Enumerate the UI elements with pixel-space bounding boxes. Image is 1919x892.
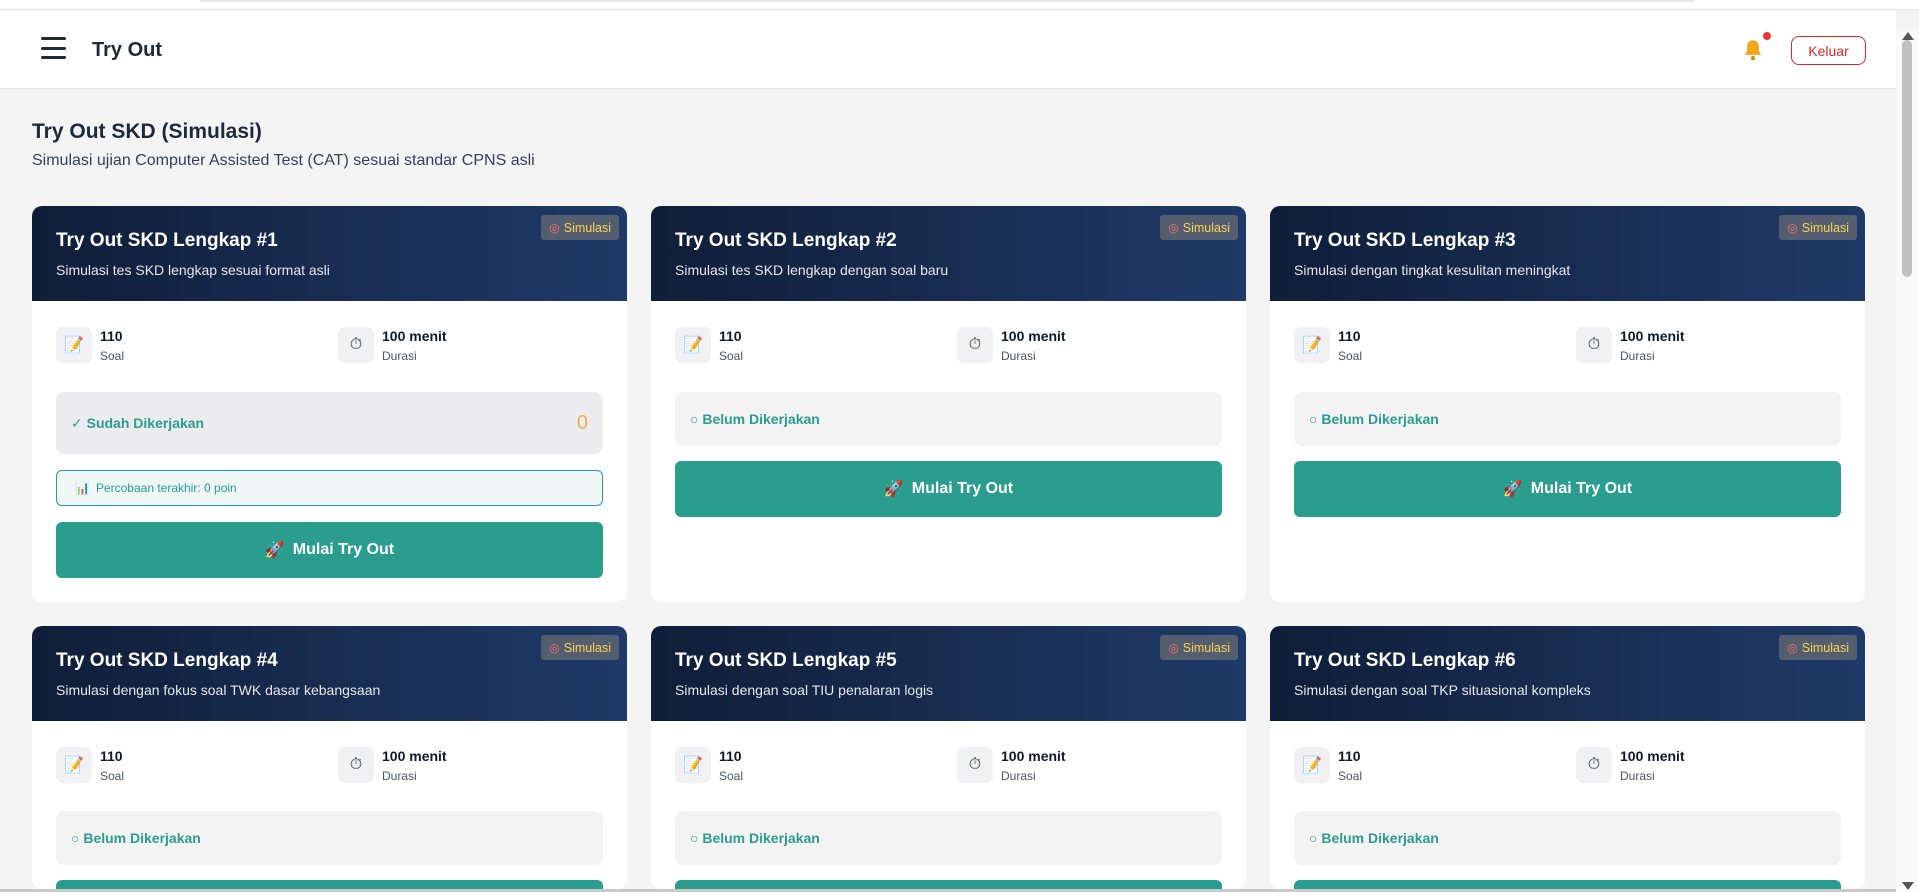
score-value: 0 [576, 411, 588, 434]
card-stats: 📝 110 Soal ⏱ 100 menit Durasi [32, 301, 627, 391]
rocket-icon: 🚀 [1502, 481, 1523, 498]
card-description: Simulasi dengan soal TIU penalaran logis [675, 682, 934, 698]
header-title: Try Out [92, 39, 163, 61]
chart-icon: 📊 [75, 481, 90, 495]
scroll-down-arrow-icon[interactable] [1902, 882, 1914, 890]
duration-stat: ⏱ 100 menit Durasi [957, 747, 1066, 783]
memo-icon: 📝 [56, 747, 92, 783]
status-label: ○ Belum Dikerjakan [690, 830, 820, 846]
start-tryout-button[interactable] [56, 880, 603, 889]
tryout-card: Try Out SKD Lengkap #2 Simulasi tes SKD … [651, 206, 1246, 602]
card-stats: 📝 110 Soal ⏱ 100 menit Durasi [1270, 301, 1865, 391]
duration-stat: ⏱ 100 menit Durasi [1576, 327, 1685, 363]
status-not-done: ○ Belum Dikerjakan [675, 811, 1222, 865]
memo-icon: 📝 [1294, 747, 1330, 783]
tryout-card: Try Out SKD Lengkap #6 Simulasi dengan s… [1270, 626, 1865, 889]
logout-button[interactable]: Keluar [1791, 36, 1866, 65]
stopwatch-icon: ⏱ [338, 747, 374, 783]
target-icon: ◎ [549, 220, 560, 235]
simulation-badge: ◎ Simulasi [1160, 215, 1238, 240]
simulation-badge: ◎ Simulasi [1779, 635, 1857, 660]
stopwatch-icon: ⏱ [957, 747, 993, 783]
card-header: Try Out SKD Lengkap #4 Simulasi dengan f… [32, 626, 627, 721]
start-tryout-button[interactable]: 🚀 Mulai Try Out [56, 522, 603, 578]
start-tryout-button[interactable]: 🚀 Mulai Try Out [675, 461, 1222, 517]
stopwatch-icon: ⏱ [1576, 747, 1612, 783]
start-tryout-button[interactable] [675, 880, 1222, 889]
status-completed: ✓ Sudah Dikerjakan 0 [56, 392, 603, 454]
status-label: ○ Belum Dikerjakan [71, 830, 201, 846]
tryout-card: Try Out SKD Lengkap #3 Simulasi dengan t… [1270, 206, 1865, 602]
target-icon: ◎ [1168, 220, 1179, 235]
card-description: Simulasi dengan tingkat kesulitan mening… [1294, 262, 1571, 278]
card-stats: 📝 110 Soal ⏱ 100 menit Durasi [651, 721, 1246, 811]
start-tryout-button[interactable] [1294, 880, 1841, 889]
card-stats: 📝 110 Soal ⏱ 100 menit Durasi [651, 301, 1246, 391]
duration-stat: ⏱ 100 menit Durasi [338, 327, 447, 363]
target-icon: ◎ [1168, 640, 1179, 655]
rocket-icon: 🚀 [264, 542, 285, 559]
status-label: ○ Belum Dikerjakan [1309, 830, 1439, 846]
page-title: Try Out SKD (Simulasi) [32, 120, 262, 143]
duration-stat: ⏱ 100 menit Durasi [1576, 747, 1685, 783]
status-label: ○ Belum Dikerjakan [690, 411, 820, 427]
card-header: Try Out SKD Lengkap #5 Simulasi dengan s… [651, 626, 1246, 721]
card-stats: 📝 110 Soal ⏱ 100 menit Durasi [32, 721, 627, 811]
page-subtitle: Simulasi ujian Computer Assisted Test (C… [32, 152, 535, 169]
tryout-card: Try Out SKD Lengkap #4 Simulasi dengan f… [32, 626, 627, 889]
card-stats: 📝 110 Soal ⏱ 100 menit Durasi [1270, 721, 1865, 811]
memo-icon: 📝 [1294, 327, 1330, 363]
status-not-done: ○ Belum Dikerjakan [56, 811, 603, 865]
duration-stat: ⏱ 100 menit Durasi [957, 327, 1066, 363]
duration-stat: ⏱ 100 menit Durasi [338, 747, 447, 783]
target-icon: ◎ [1787, 220, 1798, 235]
card-description: Simulasi dengan fokus soal TWK dasar keb… [56, 682, 381, 698]
simulation-badge: ◎ Simulasi [541, 215, 619, 240]
tryout-card: Try Out SKD Lengkap #1 Simulasi tes SKD … [32, 206, 627, 602]
memo-icon: 📝 [675, 747, 711, 783]
rocket-icon: 🚀 [883, 481, 904, 498]
questions-stat: 📝 110 Soal [675, 327, 743, 363]
notification-bell-icon[interactable] [1740, 37, 1766, 63]
status-not-done: ○ Belum Dikerjakan [675, 392, 1222, 446]
status-not-done: ○ Belum Dikerjakan [1294, 811, 1841, 865]
simulation-badge: ◎ Simulasi [1160, 635, 1238, 660]
card-header: Try Out SKD Lengkap #2 Simulasi tes SKD … [651, 206, 1246, 301]
questions-stat: 📝 110 Soal [1294, 327, 1362, 363]
vertical-scrollbar[interactable] [1896, 30, 1919, 892]
card-header: Try Out SKD Lengkap #6 Simulasi dengan s… [1270, 626, 1865, 721]
status-label: ○ Belum Dikerjakan [1309, 411, 1439, 427]
tryout-card: Try Out SKD Lengkap #5 Simulasi dengan s… [651, 626, 1246, 889]
questions-stat: 📝 110 Soal [1294, 747, 1362, 783]
questions-stat: 📝 110 Soal [56, 327, 124, 363]
app-header: Try Out Keluar [0, 11, 1896, 89]
menu-icon[interactable] [41, 37, 66, 59]
scrollbar-thumb[interactable] [1902, 40, 1912, 277]
simulation-badge: ◎ Simulasi [1779, 215, 1857, 240]
start-tryout-button[interactable]: 🚀 Mulai Try Out [1294, 461, 1841, 517]
questions-stat: 📝 110 Soal [675, 747, 743, 783]
stopwatch-icon: ⏱ [338, 327, 374, 363]
memo-icon: 📝 [56, 327, 92, 363]
target-icon: ◎ [1787, 640, 1798, 655]
status-not-done: ○ Belum Dikerjakan [1294, 392, 1841, 446]
status-label: ✓ Sudah Dikerjakan [71, 414, 205, 431]
questions-stat: 📝 110 Soal [56, 747, 124, 783]
target-icon: ◎ [549, 640, 560, 655]
card-description: Simulasi tes SKD lengkap dengan soal bar… [675, 262, 949, 278]
scroll-up-arrow-icon[interactable] [1902, 32, 1914, 40]
stopwatch-icon: ⏱ [957, 327, 993, 363]
last-attempt-info: 📊 Percobaan terakhir: 0 poin [56, 470, 603, 506]
card-header: Try Out SKD Lengkap #1 Simulasi tes SKD … [32, 206, 627, 301]
card-description: Simulasi tes SKD lengkap sesuai format a… [56, 262, 330, 278]
stopwatch-icon: ⏱ [1576, 327, 1612, 363]
simulation-badge: ◎ Simulasi [541, 635, 619, 660]
memo-icon: 📝 [675, 327, 711, 363]
card-header: Try Out SKD Lengkap #3 Simulasi dengan t… [1270, 206, 1865, 301]
browser-top-strip [0, 0, 1919, 10]
card-description: Simulasi dengan soal TKP situasional kom… [1294, 682, 1591, 698]
notification-badge [1763, 32, 1771, 40]
